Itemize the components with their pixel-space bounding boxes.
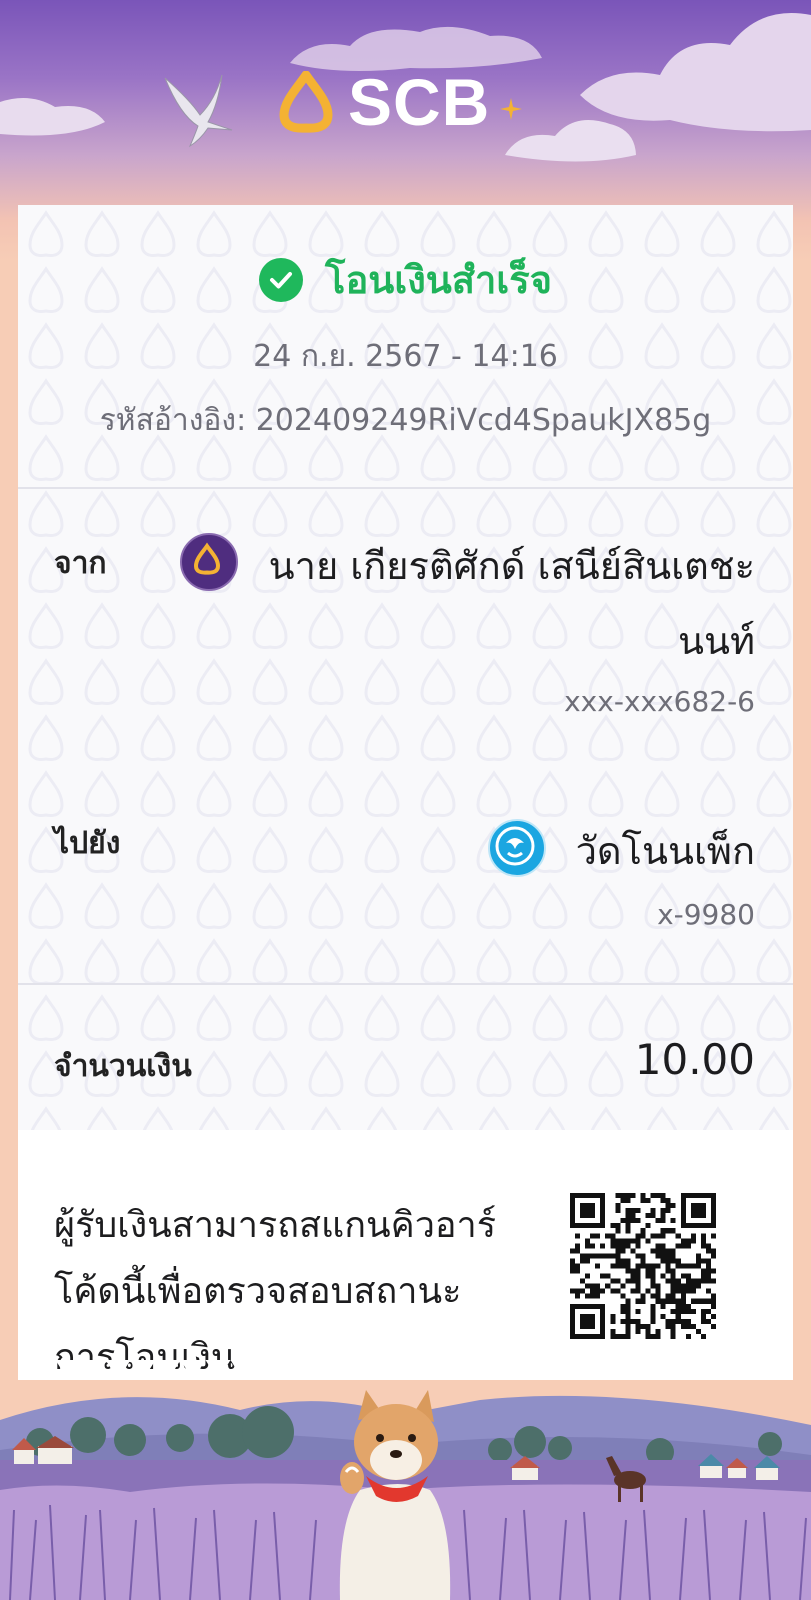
status-row: โอนเงินสำเร็จ bbox=[18, 249, 793, 310]
landscape-illustration bbox=[0, 1380, 811, 1600]
sender-account: xxx-xxx682-6 bbox=[564, 685, 755, 718]
reference-value: 202409249RiVcd4SpaukJX85g bbox=[255, 403, 712, 438]
reference-label: รหัสอ้างอิง: bbox=[99, 403, 247, 438]
scb-bank-icon bbox=[180, 533, 238, 591]
from-label: จาก bbox=[54, 546, 107, 581]
verify-note-line: โค้ดนี้เพื่อตรวจสอบสถานะ bbox=[54, 1271, 462, 1312]
recipient-account: x-9980 bbox=[657, 898, 755, 931]
sender-name-line2: นนท์ bbox=[677, 619, 755, 663]
check-circle-icon bbox=[259, 257, 304, 302]
bird-icon bbox=[164, 74, 233, 148]
transfer-datetime: 24 ก.ย. 2567 - 14:16 bbox=[253, 339, 558, 374]
sender-name-line1: นาย เกียรติศักด์ เสนีย์สินเตชะ bbox=[268, 544, 755, 588]
scb-logo: SCB bbox=[276, 66, 490, 138]
brand-name: SCB bbox=[348, 65, 491, 139]
amount-value: 10.00 bbox=[634, 1035, 755, 1084]
sparkle-icon bbox=[500, 98, 522, 120]
amount-label: จำนวนเงิน bbox=[54, 1049, 192, 1084]
reference-line: รหัสอ้างอิง: 202409249RiVcd4SpaukJX85g bbox=[18, 397, 793, 444]
verify-note-line: ผู้รับเงินสามารถสแกนคิวอาร์ bbox=[54, 1205, 497, 1246]
status-text: โอนเงินสำเร็จ bbox=[325, 258, 552, 302]
recipient-name: วัดโนนเพ็ก bbox=[575, 829, 755, 873]
ktb-bank-icon bbox=[488, 819, 546, 877]
scb-logo-icon bbox=[279, 71, 333, 133]
qr-code[interactable] bbox=[570, 1193, 716, 1339]
to-label: ไปยัง bbox=[54, 826, 121, 861]
divider bbox=[18, 983, 793, 985]
footer-landscape bbox=[0, 1380, 811, 1600]
transfer-receipt: โอนเงินสำเร็จ 24 ก.ย. 2567 - 14:16 รหัสอ… bbox=[18, 205, 793, 1395]
divider bbox=[18, 487, 793, 489]
cloud-decoration bbox=[0, 98, 105, 136]
